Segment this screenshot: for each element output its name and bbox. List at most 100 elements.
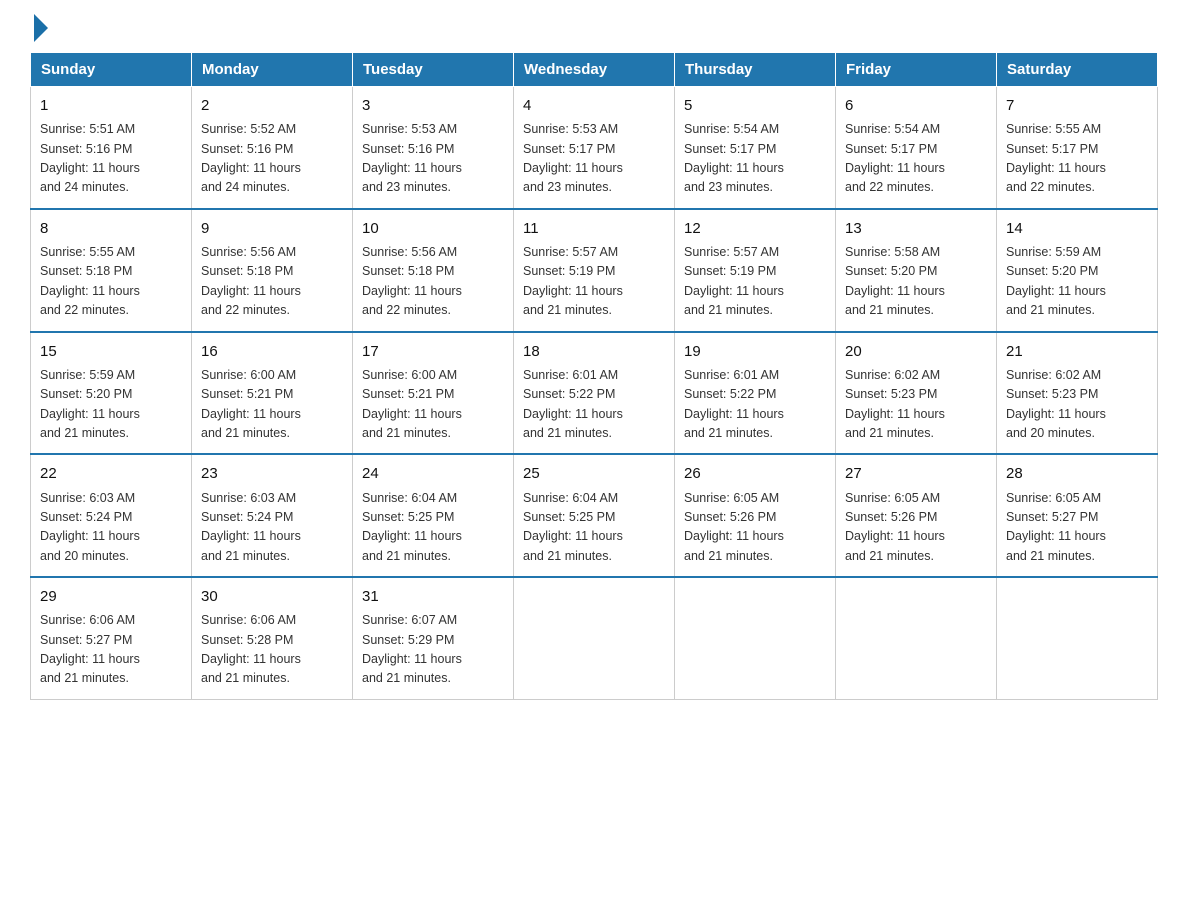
day-info: Sunrise: 6:05 AMSunset: 5:26 PMDaylight:… xyxy=(684,489,826,567)
calendar-cell: 21 Sunrise: 6:02 AMSunset: 5:23 PMDayligh… xyxy=(997,332,1158,455)
day-number: 17 xyxy=(362,340,504,363)
weekday-header-tuesday: Tuesday xyxy=(353,53,514,87)
weekday-header-monday: Monday xyxy=(192,53,353,87)
day-info: Sunrise: 5:55 AMSunset: 5:17 PMDaylight:… xyxy=(1006,120,1148,198)
logo-triangle-icon xyxy=(34,14,48,42)
day-number: 6 xyxy=(845,94,987,117)
day-number: 9 xyxy=(201,217,343,240)
day-info: Sunrise: 5:59 AMSunset: 5:20 PMDaylight:… xyxy=(1006,243,1148,321)
day-info: Sunrise: 5:53 AMSunset: 5:16 PMDaylight:… xyxy=(362,120,504,198)
day-info: Sunrise: 5:53 AMSunset: 5:17 PMDaylight:… xyxy=(523,120,665,198)
calendar-cell: 8 Sunrise: 5:55 AMSunset: 5:18 PMDaylight… xyxy=(31,209,192,332)
day-info: Sunrise: 6:05 AMSunset: 5:26 PMDaylight:… xyxy=(845,489,987,567)
day-number: 14 xyxy=(1006,217,1148,240)
day-number: 29 xyxy=(40,585,182,608)
calendar-cell: 1 Sunrise: 5:51 AMSunset: 5:16 PMDaylight… xyxy=(31,87,192,209)
day-number: 30 xyxy=(201,585,343,608)
day-number: 15 xyxy=(40,340,182,363)
day-info: Sunrise: 6:06 AMSunset: 5:28 PMDaylight:… xyxy=(201,611,343,689)
calendar-cell: 11Sunrise: 5:57 AMSunset: 5:19 PMDayligh… xyxy=(514,209,675,332)
day-number: 20 xyxy=(845,340,987,363)
day-number: 10 xyxy=(362,217,504,240)
page-header xyxy=(30,20,1158,34)
calendar-cell: 12 Sunrise: 5:57 AMSunset: 5:19 PMDayligh… xyxy=(675,209,836,332)
calendar-cell xyxy=(514,577,675,699)
calendar-header-row: SundayMondayTuesdayWednesdayThursdayFrid… xyxy=(31,53,1158,87)
calendar-cell: 26 Sunrise: 6:05 AMSunset: 5:26 PMDayligh… xyxy=(675,454,836,577)
calendar-cell: 9Sunrise: 5:56 AMSunset: 5:18 PMDaylight… xyxy=(192,209,353,332)
calendar-week-2: 8 Sunrise: 5:55 AMSunset: 5:18 PMDaylight… xyxy=(31,209,1158,332)
day-info: Sunrise: 5:54 AMSunset: 5:17 PMDaylight:… xyxy=(845,120,987,198)
calendar-cell: 2 Sunrise: 5:52 AMSunset: 5:16 PMDaylight… xyxy=(192,87,353,209)
day-number: 16 xyxy=(201,340,343,363)
weekday-header-sunday: Sunday xyxy=(31,53,192,87)
calendar-table: SundayMondayTuesdayWednesdayThursdayFrid… xyxy=(30,52,1158,700)
calendar-cell: 18 Sunrise: 6:01 AMSunset: 5:22 PMDayligh… xyxy=(514,332,675,455)
day-info: Sunrise: 6:07 AMSunset: 5:29 PMDaylight:… xyxy=(362,611,504,689)
day-number: 21 xyxy=(1006,340,1148,363)
day-number: 1 xyxy=(40,94,182,117)
day-number: 28 xyxy=(1006,462,1148,485)
calendar-cell: 14 Sunrise: 5:59 AMSunset: 5:20 PMDayligh… xyxy=(997,209,1158,332)
day-number: 18 xyxy=(523,340,665,363)
weekday-header-wednesday: Wednesday xyxy=(514,53,675,87)
calendar-cell: 6 Sunrise: 5:54 AMSunset: 5:17 PMDaylight… xyxy=(836,87,997,209)
calendar-cell: 31 Sunrise: 6:07 AMSunset: 5:29 PMDayligh… xyxy=(353,577,514,699)
day-number: 22 xyxy=(40,462,182,485)
logo xyxy=(30,20,48,34)
calendar-cell: 15 Sunrise: 5:59 AMSunset: 5:20 PMDayligh… xyxy=(31,332,192,455)
calendar-cell: 27 Sunrise: 6:05 AMSunset: 5:26 PMDayligh… xyxy=(836,454,997,577)
day-info: Sunrise: 5:57 AMSunset: 5:19 PMDaylight:… xyxy=(684,243,826,321)
calendar-week-4: 22 Sunrise: 6:03 AMSunset: 5:24 PMDayligh… xyxy=(31,454,1158,577)
day-number: 25 xyxy=(523,462,665,485)
weekday-header-thursday: Thursday xyxy=(675,53,836,87)
day-info: Sunrise: 6:01 AMSunset: 5:22 PMDaylight:… xyxy=(523,366,665,444)
calendar-week-3: 15 Sunrise: 5:59 AMSunset: 5:20 PMDayligh… xyxy=(31,332,1158,455)
day-info: Sunrise: 5:58 AMSunset: 5:20 PMDaylight:… xyxy=(845,243,987,321)
day-info: Sunrise: 6:06 AMSunset: 5:27 PMDaylight:… xyxy=(40,611,182,689)
day-info: Sunrise: 6:01 AMSunset: 5:22 PMDaylight:… xyxy=(684,366,826,444)
calendar-cell: 17 Sunrise: 6:00 AMSunset: 5:21 PMDayligh… xyxy=(353,332,514,455)
calendar-cell: 5 Sunrise: 5:54 AMSunset: 5:17 PMDaylight… xyxy=(675,87,836,209)
day-info: Sunrise: 5:59 AMSunset: 5:20 PMDaylight:… xyxy=(40,366,182,444)
calendar-cell: 10 Sunrise: 5:56 AMSunset: 5:18 PMDayligh… xyxy=(353,209,514,332)
calendar-cell: 20 Sunrise: 6:02 AMSunset: 5:23 PMDayligh… xyxy=(836,332,997,455)
calendar-cell xyxy=(836,577,997,699)
day-info: Sunrise: 5:55 AMSunset: 5:18 PMDaylight:… xyxy=(40,243,182,321)
day-number: 12 xyxy=(684,217,826,240)
weekday-header-saturday: Saturday xyxy=(997,53,1158,87)
day-info: Sunrise: 6:04 AMSunset: 5:25 PMDaylight:… xyxy=(362,489,504,567)
day-info: Sunrise: 6:00 AMSunset: 5:21 PMDaylight:… xyxy=(362,366,504,444)
calendar-cell: 28 Sunrise: 6:05 AMSunset: 5:27 PMDayligh… xyxy=(997,454,1158,577)
weekday-header-friday: Friday xyxy=(836,53,997,87)
day-number: 31 xyxy=(362,585,504,608)
day-number: 8 xyxy=(40,217,182,240)
day-number: 27 xyxy=(845,462,987,485)
day-info: Sunrise: 6:02 AMSunset: 5:23 PMDaylight:… xyxy=(845,366,987,444)
day-info: Sunrise: 5:51 AMSunset: 5:16 PMDaylight:… xyxy=(40,120,182,198)
calendar-cell: 23 Sunrise: 6:03 AMSunset: 5:24 PMDayligh… xyxy=(192,454,353,577)
day-info: Sunrise: 6:02 AMSunset: 5:23 PMDaylight:… xyxy=(1006,366,1148,444)
calendar-cell: 7 Sunrise: 5:55 AMSunset: 5:17 PMDaylight… xyxy=(997,87,1158,209)
day-info: Sunrise: 5:57 AMSunset: 5:19 PMDaylight:… xyxy=(523,243,665,321)
day-number: 3 xyxy=(362,94,504,117)
calendar-cell: 24 Sunrise: 6:04 AMSunset: 5:25 PMDayligh… xyxy=(353,454,514,577)
day-number: 5 xyxy=(684,94,826,117)
calendar-cell: 13Sunrise: 5:58 AMSunset: 5:20 PMDayligh… xyxy=(836,209,997,332)
day-info: Sunrise: 5:54 AMSunset: 5:17 PMDaylight:… xyxy=(684,120,826,198)
calendar-cell: 3 Sunrise: 5:53 AMSunset: 5:16 PMDaylight… xyxy=(353,87,514,209)
calendar-cell: 25Sunrise: 6:04 AMSunset: 5:25 PMDayligh… xyxy=(514,454,675,577)
day-number: 23 xyxy=(201,462,343,485)
day-info: Sunrise: 6:03 AMSunset: 5:24 PMDaylight:… xyxy=(201,489,343,567)
calendar-cell: 4Sunrise: 5:53 AMSunset: 5:17 PMDaylight… xyxy=(514,87,675,209)
calendar-cell: 30 Sunrise: 6:06 AMSunset: 5:28 PMDayligh… xyxy=(192,577,353,699)
day-info: Sunrise: 5:52 AMSunset: 5:16 PMDaylight:… xyxy=(201,120,343,198)
day-number: 2 xyxy=(201,94,343,117)
day-number: 26 xyxy=(684,462,826,485)
day-number: 7 xyxy=(1006,94,1148,117)
calendar-cell: 29 Sunrise: 6:06 AMSunset: 5:27 PMDayligh… xyxy=(31,577,192,699)
day-info: Sunrise: 6:05 AMSunset: 5:27 PMDaylight:… xyxy=(1006,489,1148,567)
day-info: Sunrise: 5:56 AMSunset: 5:18 PMDaylight:… xyxy=(362,243,504,321)
day-number: 24 xyxy=(362,462,504,485)
calendar-week-1: 1 Sunrise: 5:51 AMSunset: 5:16 PMDaylight… xyxy=(31,87,1158,209)
